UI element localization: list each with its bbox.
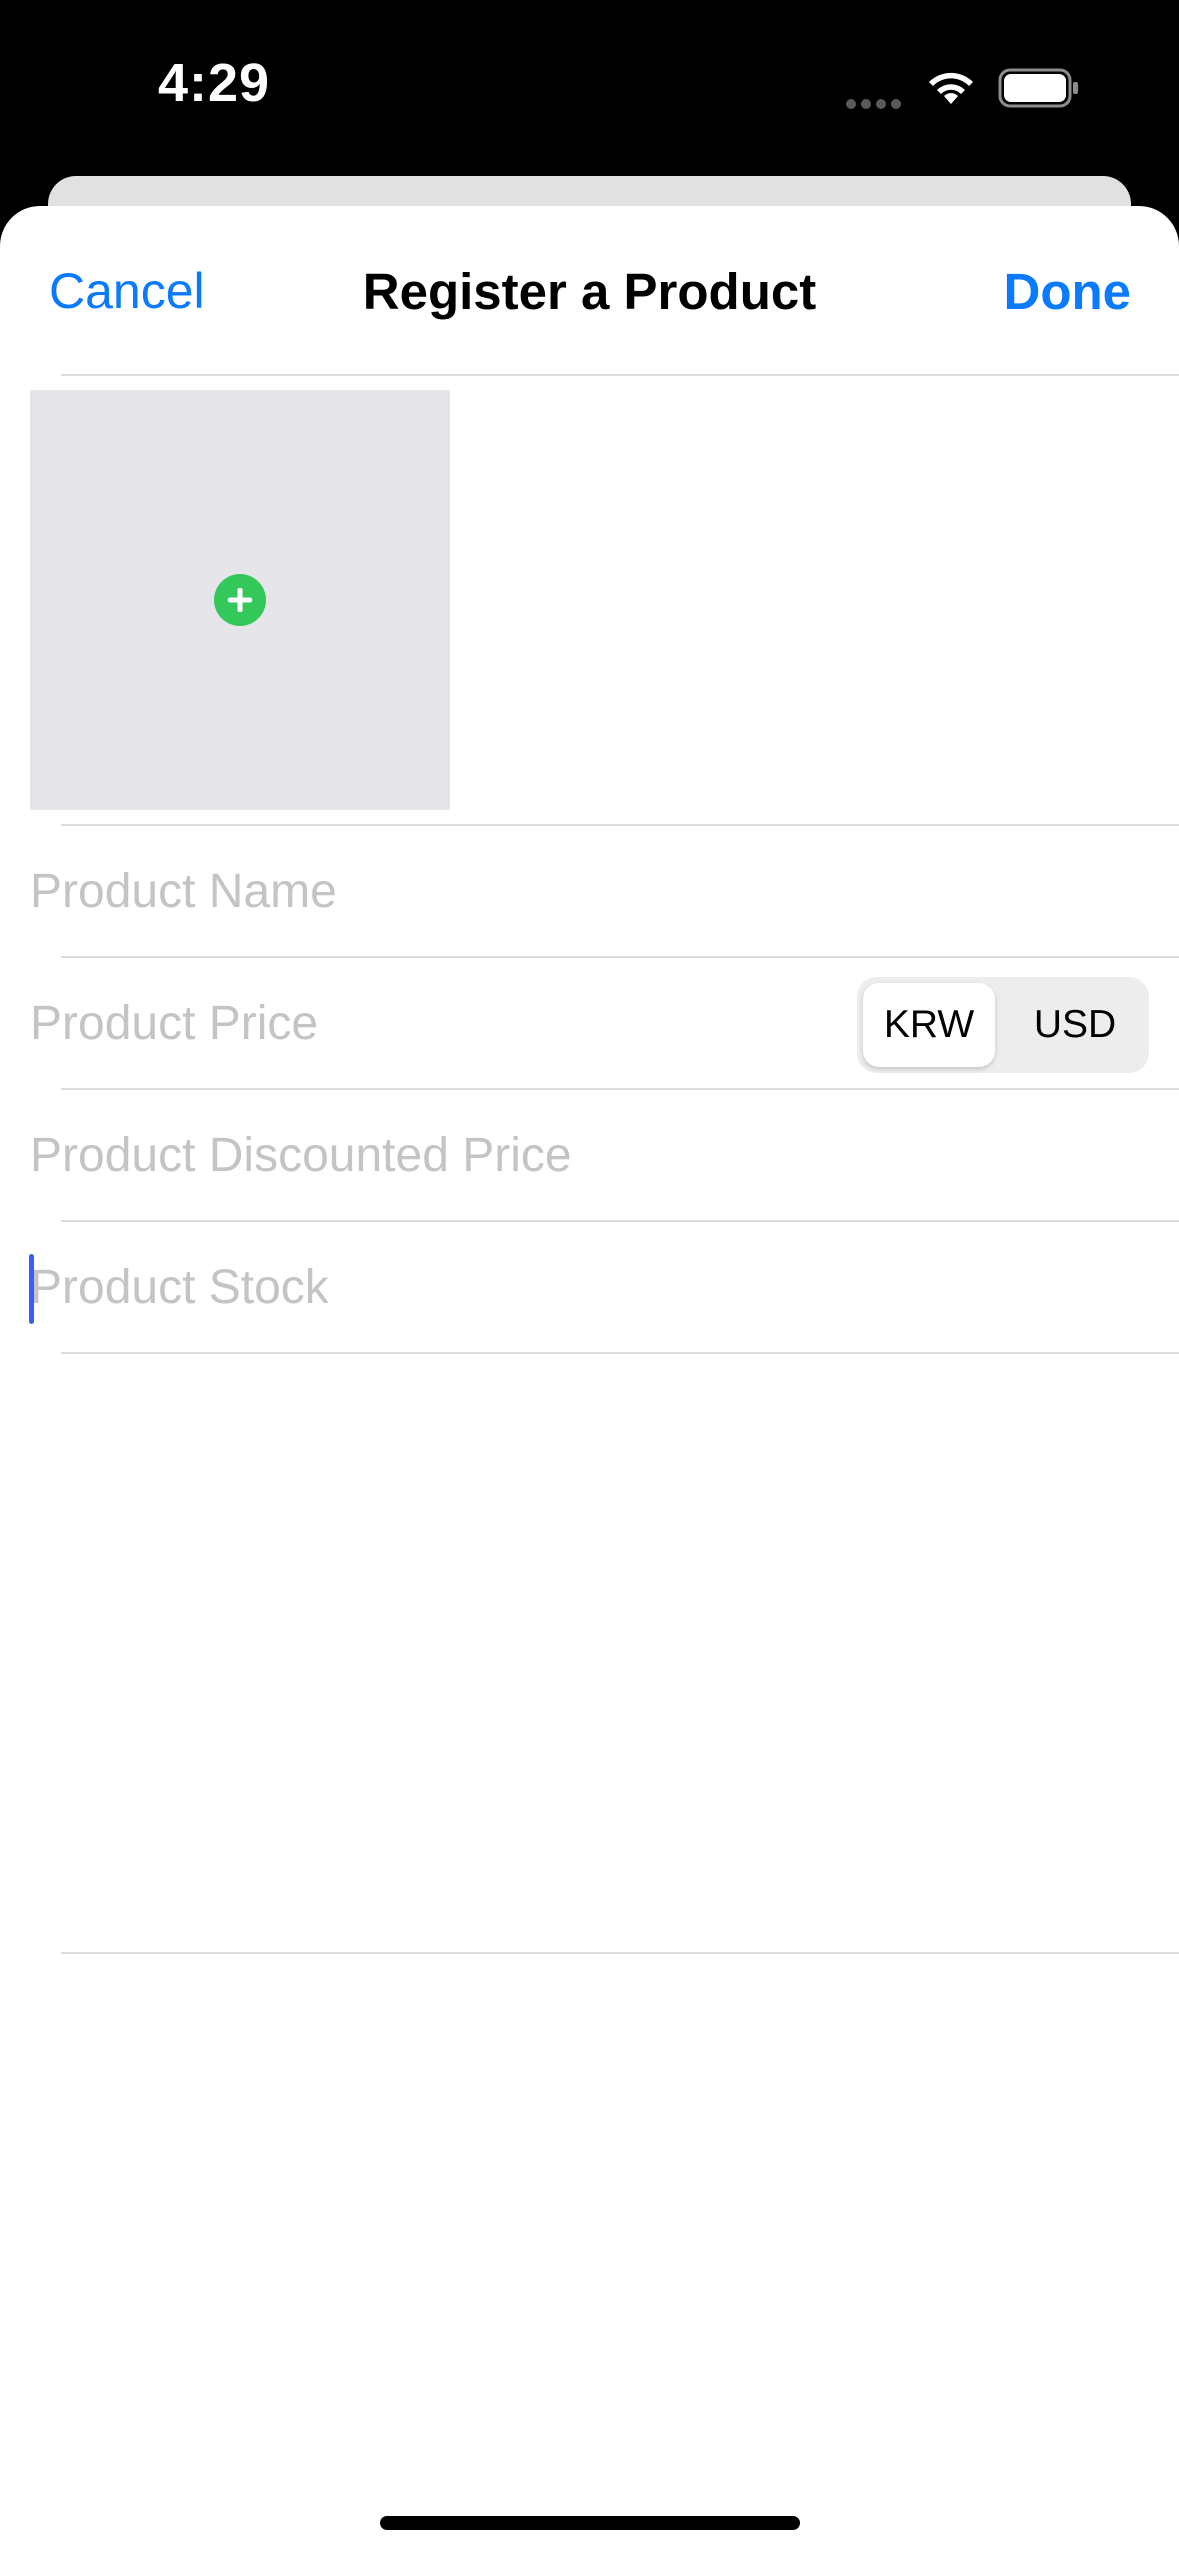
divider [61, 1220, 1179, 1222]
description-bottom-divider [61, 1952, 1179, 1954]
product-stock-field[interactable]: Product Stock [30, 1248, 1150, 1328]
register-product-sheet: Cancel Register a Product Done Product N… [0, 206, 1179, 2556]
divider [61, 1352, 1179, 1354]
segment-krw[interactable]: KRW [863, 977, 995, 1073]
currency-segmented-control[interactable]: KRW USD [857, 977, 1149, 1073]
done-button[interactable]: Done [1004, 262, 1132, 321]
status-time: 4:29 [158, 53, 271, 113]
product-name-field[interactable]: Product Name [30, 852, 1150, 932]
battery-icon [998, 68, 1078, 108]
status-bar: 4:29 [0, 0, 1179, 176]
navigation-bar: Cancel Register a Product Done [0, 206, 1179, 376]
home-indicator [380, 2516, 800, 2530]
divider [61, 1088, 1179, 1090]
wifi-icon [929, 72, 973, 104]
add-image-button[interactable] [30, 390, 450, 810]
divider [61, 956, 1179, 958]
plus-circle-icon [214, 574, 266, 626]
divider [61, 374, 1179, 376]
segment-usd[interactable]: USD [1007, 977, 1143, 1073]
text-cursor [29, 1254, 34, 1324]
divider [61, 824, 1179, 826]
product-discounted-price-field[interactable]: Product Discounted Price [30, 1116, 1150, 1196]
cellular-signal-icon [846, 96, 906, 109]
product-price-field[interactable]: Product Price [30, 984, 810, 1064]
page-title: Register a Product [362, 263, 817, 320]
